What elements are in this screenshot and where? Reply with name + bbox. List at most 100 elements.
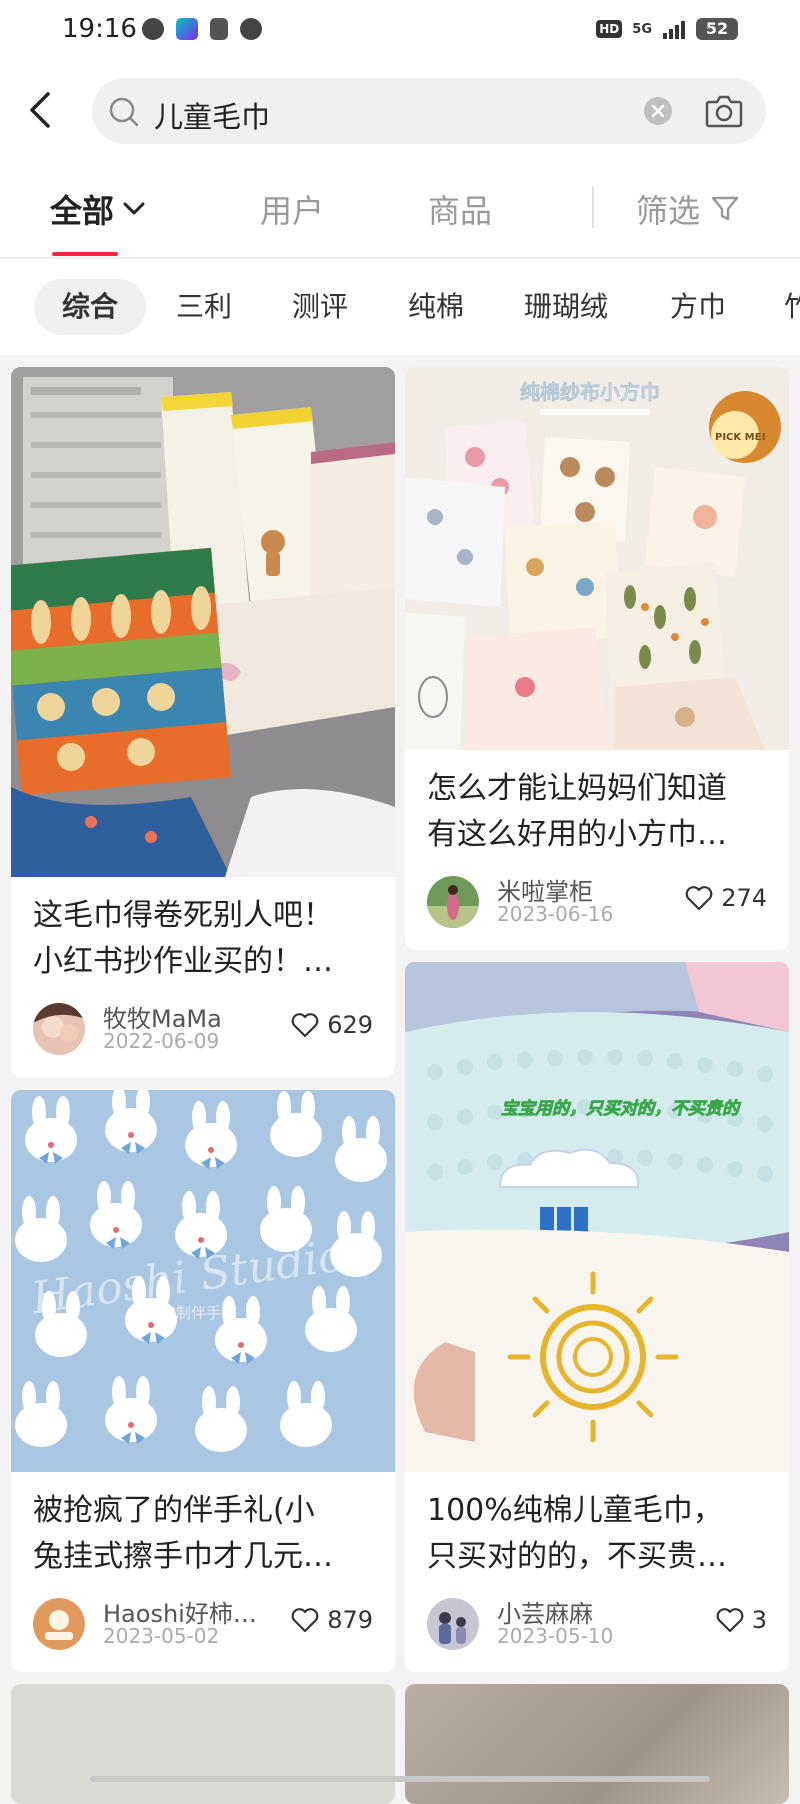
back-arrow-icon — [30, 92, 50, 128]
status-time: 19:16 — [62, 14, 137, 44]
gauze-towels-photo: 纯棉纱布小方巾 PICK ME! — [405, 367, 789, 750]
system-status: HD 5G 52 — [596, 18, 738, 40]
post-date: 2022-06-09 — [103, 1029, 220, 1053]
filter-icon — [711, 196, 739, 221]
post-date: 2023-06-16 — [497, 902, 614, 926]
author-row: 小芸麻麻 2023-05-10 3 — [427, 1596, 767, 1652]
post-title[interactable]: 被抢疯了的伴手礼(小 兔挂式擦手巾才几元… — [33, 1488, 373, 1580]
post-date: 2023-05-02 — [103, 1624, 220, 1648]
post-card[interactable]: 纯棉纱布小方巾 PICK ME! 怎么才能让妈妈们知道 有这么好用的小方巾… 米… — [405, 367, 789, 950]
clear-search-button[interactable] — [644, 97, 672, 125]
post-title[interactable]: 100%纯棉儿童毛巾， 只买对的的，不买贵… — [427, 1488, 767, 1580]
post-cover-image[interactable]: Haoshi Studio 好柿定制伴手礼 — [11, 1090, 395, 1472]
author-row: Haoshi好柿… 2023-05-02 879 — [33, 1596, 373, 1652]
author-avatar-image — [33, 1003, 85, 1055]
search-bar[interactable]: 儿童毛巾 — [92, 78, 766, 144]
post-cover-image[interactable]: 宝宝用的，只买对的，不买贵的 — [405, 962, 789, 1472]
search-icon — [109, 97, 139, 127]
watermark-subtext: 好柿定制伴手礼 — [131, 1304, 236, 1322]
author-avatar-image — [427, 1598, 479, 1650]
chip-review[interactable]: 测评 — [292, 279, 348, 335]
like-count: 629 — [327, 1011, 373, 1039]
home-indicator[interactable] — [90, 1776, 710, 1782]
hd-badge: HD — [596, 20, 623, 38]
like-button[interactable]: 274 — [685, 884, 767, 912]
signal-icon: 5G — [632, 21, 652, 37]
chip-cotton[interactable]: 纯棉 — [408, 279, 464, 335]
heart-icon — [716, 1608, 744, 1633]
avatar[interactable] — [33, 1598, 85, 1650]
chip-bamboo[interactable]: 竹 — [784, 279, 800, 335]
chip-sanli[interactable]: 三利 — [176, 279, 232, 335]
tab-users[interactable]: 用户 — [260, 186, 324, 232]
result-tabs: 全部 用户 商品 筛选 — [0, 158, 800, 258]
active-tab-indicator — [52, 252, 118, 256]
like-count: 879 — [327, 1606, 373, 1634]
post-cover-image[interactable] — [11, 1684, 395, 1804]
like-button[interactable]: 879 — [291, 1606, 373, 1634]
author-avatar-image — [427, 876, 479, 928]
keyword-chips: 综合 三利 测评 纯棉 珊瑚绒 方巾 竹 — [0, 259, 800, 355]
image-caption-text: 宝宝用的，只买对的，不买贵的 — [501, 1099, 742, 1119]
chip-comprehensive[interactable]: 综合 — [34, 279, 147, 335]
bunny-towels-photo: Haoshi Studio 好柿定制伴手礼 — [11, 1090, 395, 1472]
heart-icon — [685, 886, 713, 911]
author-row: 牧牧MaMa 2022-06-09 629 — [33, 1001, 373, 1057]
post-title-line: 只买对的的，不买贵… — [427, 1539, 727, 1574]
avatar[interactable] — [427, 876, 479, 928]
status-bar: 19:16 HD 5G 52 — [0, 0, 800, 64]
post-cover-image[interactable]: 纯棉纱布小方巾 PICK ME! — [405, 367, 789, 750]
post-date: 2023-05-10 — [497, 1624, 614, 1648]
post-card[interactable]: 宝宝用的，只买对的，不买贵的 100%纯棉儿童毛巾， 只买对的的，不买贵… 小芸… — [405, 962, 789, 1672]
chip-square-towel[interactable]: 方巾 — [670, 279, 726, 335]
author-avatar-image — [33, 1598, 85, 1650]
post-card[interactable] — [405, 1684, 789, 1804]
post-title-line: 被抢疯了的伴手礼(小 — [33, 1493, 315, 1528]
battery-icon: 52 — [696, 18, 738, 40]
post-title-line: 兔挂式擦手巾才几元… — [33, 1539, 333, 1574]
close-icon — [651, 104, 665, 118]
back-button[interactable] — [24, 90, 60, 130]
heart-icon — [291, 1608, 319, 1633]
post-title[interactable]: 怎么才能让妈妈们知道 有这么好用的小方巾… — [427, 766, 767, 858]
wechat-icon — [142, 18, 164, 40]
author-row: 米啦掌柜 2023-06-16 274 — [427, 874, 767, 930]
like-button[interactable]: 629 — [291, 1011, 373, 1039]
tab-products[interactable]: 商品 — [428, 186, 492, 232]
avatar[interactable] — [427, 1598, 479, 1650]
post-title-line: 100%纯棉儿童毛巾， — [427, 1493, 723, 1528]
canva-icon — [176, 18, 198, 40]
avatar[interactable] — [33, 1003, 85, 1055]
post-title[interactable]: 这毛巾得卷死别人吧！ 小红书抄作业买的！… — [33, 893, 373, 985]
tab-all-label: 全部 — [50, 192, 115, 230]
message-icon — [240, 18, 262, 40]
post-card[interactable]: 这毛巾得卷死别人吧！ 小红书抄作业买的！… 牧牧MaMa 2022-06-09 … — [11, 367, 395, 1077]
tab-divider — [592, 186, 594, 228]
image-search-button[interactable] — [704, 92, 744, 134]
chip-coral-fleece[interactable]: 珊瑚绒 — [524, 279, 608, 335]
tab-all[interactable]: 全部 — [50, 186, 146, 232]
chevron-down-icon — [123, 202, 145, 215]
like-count: 3 — [751, 1606, 767, 1634]
filter-label: 筛选 — [636, 192, 701, 230]
notification-icons — [142, 18, 262, 40]
post-cover-image[interactable] — [405, 1684, 789, 1804]
post-card[interactable] — [11, 1684, 395, 1804]
search-input[interactable]: 儿童毛巾 — [154, 94, 270, 136]
like-count: 274 — [721, 884, 767, 912]
towel-photo — [11, 367, 395, 877]
camera-icon — [705, 95, 743, 128]
image-title-text: 纯棉纱布小方巾 — [520, 380, 660, 404]
embroidered-towel-photo: 宝宝用的，只买对的，不买贵的 — [405, 962, 789, 1472]
post-card[interactable]: Haoshi Studio 好柿定制伴手礼 被抢疯了的伴手礼(小 兔挂式擦手巾才… — [11, 1090, 395, 1672]
pick-me-text: PICK ME! — [715, 432, 766, 443]
post-title-line: 这毛巾得卷死别人吧！ — [33, 898, 333, 933]
alipay-icon — [210, 18, 228, 40]
post-cover-image[interactable] — [11, 367, 395, 877]
heart-icon — [291, 1013, 319, 1038]
post-title-line: 小红书抄作业买的！… — [33, 944, 333, 979]
search-header: 儿童毛巾 — [0, 64, 800, 158]
filter-button[interactable]: 筛选 — [636, 186, 740, 232]
like-button[interactable]: 3 — [716, 1606, 767, 1634]
post-title-line: 怎么才能让妈妈们知道 — [427, 771, 727, 806]
